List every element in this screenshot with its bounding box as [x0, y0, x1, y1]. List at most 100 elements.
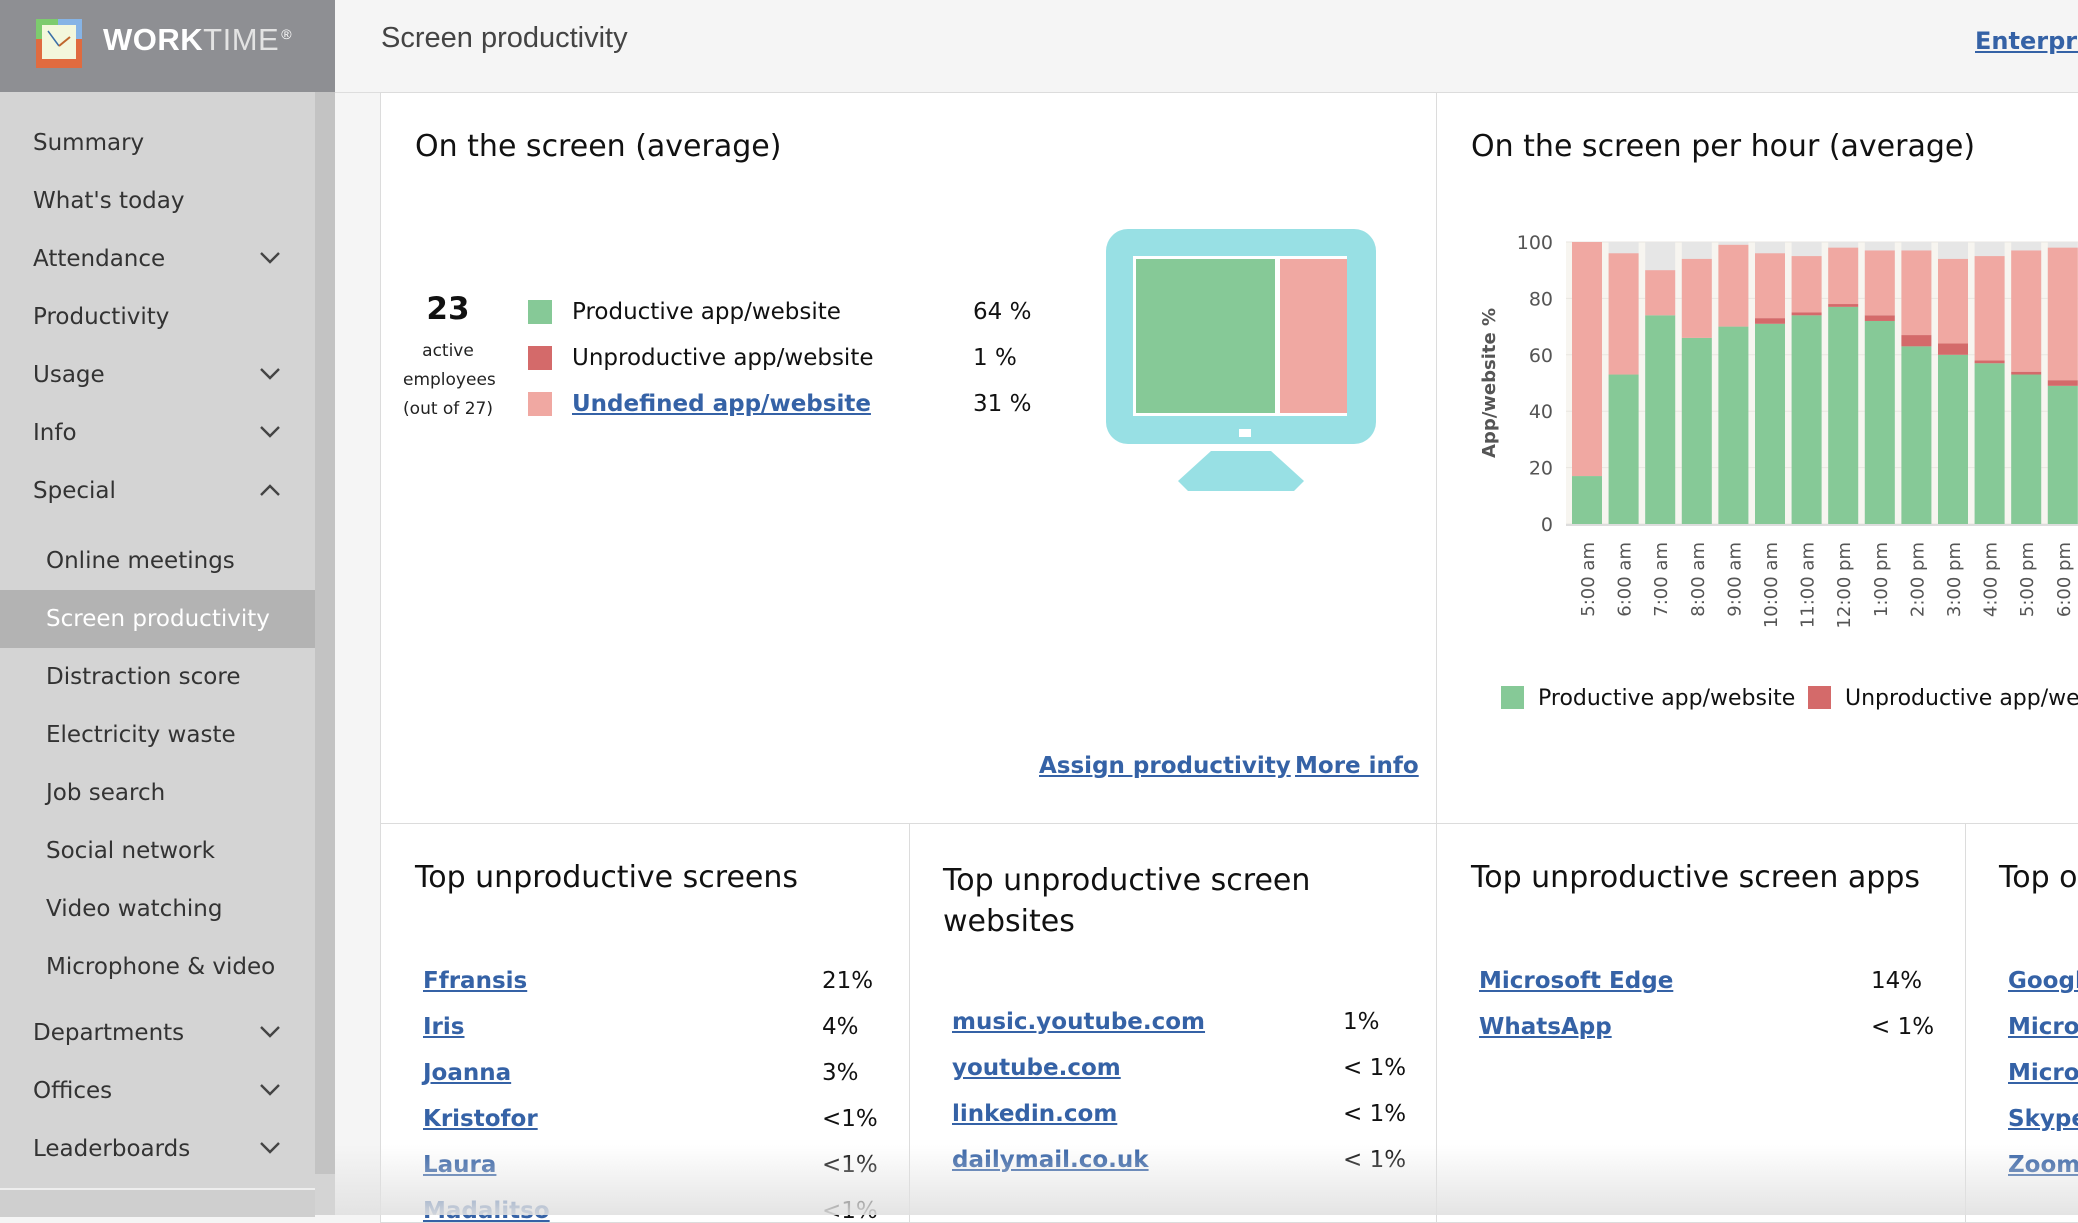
- list-item-link[interactable]: Iris: [423, 1014, 464, 1040]
- list-item: Joanna 3%: [423, 1058, 903, 1088]
- sidebar-item-microphone-video[interactable]: Microphone & video: [0, 938, 315, 996]
- list-item-link[interactable]: WhatsApp: [1479, 1014, 1612, 1040]
- list-item-link[interactable]: music.youtube.com: [952, 1009, 1205, 1035]
- list-item-link[interactable]: Micros: [2008, 1060, 2078, 1086]
- enterprise-link[interactable]: Enterprise: [1975, 27, 2078, 55]
- top-unproductive-apps-panel: Top unproductive screen apps Microsoft E…: [1436, 823, 1966, 1223]
- chevron-down-icon[interactable]: [259, 1004, 281, 1062]
- bar-segment-undefined: [1828, 247, 1859, 305]
- bar-segment-undefined: [1645, 270, 1676, 316]
- sidebar-item-usage[interactable]: Usage: [0, 346, 315, 404]
- bar-segment-productive: [1901, 346, 1932, 524]
- list-item: Madalitso <1%: [423, 1196, 903, 1223]
- more-info-link[interactable]: More info: [1295, 753, 1419, 779]
- list-item-link[interactable]: Skype: [2008, 1106, 2078, 1132]
- legend-productive: Productive app/website 64 %: [528, 297, 1088, 327]
- bar-segment-unproductive: [1864, 315, 1895, 321]
- sidebar-item-electricity-waste[interactable]: Electricity waste: [0, 706, 315, 764]
- x-tick-label: 3:00 pm: [1944, 542, 1965, 617]
- list-item-value: < 1%: [1343, 1101, 1407, 1127]
- bar-segment-productive: [1974, 363, 2005, 524]
- x-tick-label: 11:00 am: [1798, 542, 1819, 628]
- sidebar-item-leaderboards[interactable]: Leaderboards: [0, 1120, 315, 1178]
- sidebar-item-offices[interactable]: Offices: [0, 1062, 315, 1120]
- chevron-down-icon[interactable]: [259, 1120, 281, 1178]
- page-title: Screen productivity: [381, 22, 628, 54]
- sidebar-item-attendance[interactable]: Attendance: [0, 230, 315, 288]
- sidebar-item-departments[interactable]: Departments: [0, 1004, 315, 1062]
- x-tick-label: 12:00 pm: [1834, 542, 1855, 629]
- bar-segment-productive: [1938, 354, 1968, 524]
- bar-segment-undefined: [1608, 253, 1639, 375]
- monitor-undefined-area: [1280, 259, 1347, 413]
- sidebar-item-summary[interactable]: Summary: [0, 114, 315, 172]
- bar-segment-productive: [1791, 315, 1822, 524]
- list-item-link[interactable]: Microsoft Edge: [1479, 968, 1673, 994]
- bar-segment-unproductive: [1755, 318, 1785, 324]
- active-employees-label: active employees (out of 27): [403, 341, 496, 419]
- sidebar-item-social-network[interactable]: Social network: [0, 822, 315, 880]
- x-tick-label: 8:00 am: [1688, 542, 1709, 617]
- chevron-down-icon[interactable]: [259, 230, 281, 288]
- x-tick-label: 9:00 am: [1724, 542, 1745, 617]
- x-tick-label: 10:00 am: [1761, 542, 1782, 628]
- bar-segment-undefined: [1901, 250, 1932, 336]
- sidebar-item-distraction-score[interactable]: Distraction score: [0, 648, 315, 706]
- list-item-link[interactable]: Joanna: [423, 1060, 511, 1086]
- per-hour-chart: 0 20 40 60 80 100 App/website % 5:00 am 6:00 am 7…: [1479, 232, 2078, 711]
- chevron-down-icon[interactable]: [259, 404, 281, 462]
- bar-segment-productive: [1645, 315, 1676, 524]
- undefined-app-link[interactable]: Undefined app/website: [572, 389, 871, 419]
- chevron-down-icon[interactable]: [259, 1062, 281, 1120]
- bar-segment-productive: [1608, 374, 1639, 524]
- list-item-link[interactable]: linkedin.com: [952, 1101, 1117, 1127]
- chevron-up-icon[interactable]: [259, 462, 281, 520]
- list-item-link[interactable]: Ffransis: [423, 968, 527, 994]
- list-item-link[interactable]: Kristofor: [423, 1106, 538, 1132]
- sidebar-item-online-meetings[interactable]: Online meetings: [0, 532, 315, 590]
- chevron-down-icon[interactable]: [259, 346, 281, 404]
- worktime-logo-icon: [36, 19, 82, 68]
- panel-title: Top unproductive screens: [415, 860, 799, 895]
- list-item-link[interactable]: Madalitso: [423, 1198, 550, 1222]
- panel-title: Top unproductive screen apps: [1471, 860, 1921, 895]
- list-item-value: < 1%: [1871, 1014, 1935, 1040]
- top-unproductive-websites-panel: Top unproductive screen websites music.y…: [909, 823, 1437, 1223]
- bar-segment-unproductive: [2011, 371, 2042, 375]
- list-item-link[interactable]: Micros: [2008, 1014, 2078, 1040]
- list-item-link[interactable]: Laura: [423, 1152, 496, 1178]
- sidebar-item-whats-today[interactable]: What's today: [0, 172, 315, 230]
- assign-productivity-link[interactable]: Assign productivity: [1039, 753, 1291, 779]
- x-tick-label: 7:00 am: [1651, 542, 1672, 617]
- bar-segment-productive: [1864, 320, 1895, 524]
- sidebar-item-special[interactable]: Special: [0, 462, 315, 520]
- bar-segment-productive: [1755, 323, 1785, 524]
- monitor-productive-area: [1136, 259, 1275, 413]
- list-item-link[interactable]: dailymail.co.uk: [952, 1147, 1149, 1173]
- list-item: Ffransis 21%: [423, 966, 903, 996]
- x-tick-label: 1:00 pm: [1871, 542, 1892, 617]
- list-item: WhatsApp < 1%: [1479, 1012, 1959, 1042]
- list-item: linkedin.com < 1%: [952, 1099, 1432, 1129]
- sidebar-item-screen-productivity[interactable]: Screen productivity: [0, 590, 315, 648]
- list-item-value: < 1%: [1343, 1055, 1407, 1081]
- legend-swatch-productive: [1501, 686, 1524, 709]
- bar-segment-productive: [1681, 337, 1712, 524]
- list-item: Skype: [2008, 1104, 2078, 1134]
- bar-segment-undefined: [1938, 258, 1968, 344]
- list-item-link[interactable]: Googl: [2008, 968, 2078, 994]
- sidebar-item-productivity[interactable]: Productivity: [0, 288, 315, 346]
- list-item-link[interactable]: youtube.com: [952, 1055, 1121, 1081]
- bar-segment-unproductive: [1974, 360, 2005, 364]
- list-item-link[interactable]: Zoom: [2008, 1152, 2078, 1178]
- monitor-illustration: [1106, 229, 1376, 491]
- logo-bar: WORKTIME ®: [0, 0, 335, 92]
- bar-segment-undefined: [2047, 247, 2078, 381]
- active-employees-count: 23: [426, 291, 470, 327]
- sidebar-item-info[interactable]: Info: [0, 404, 315, 462]
- list-item-value: <1%: [822, 1198, 878, 1223]
- list-item-value: <1%: [822, 1106, 878, 1132]
- sidebar-item-video-watching[interactable]: Video watching: [0, 880, 315, 938]
- sidebar-item-job-search[interactable]: Job search: [0, 764, 315, 822]
- sidebar-scrollbar[interactable]: [315, 92, 335, 1174]
